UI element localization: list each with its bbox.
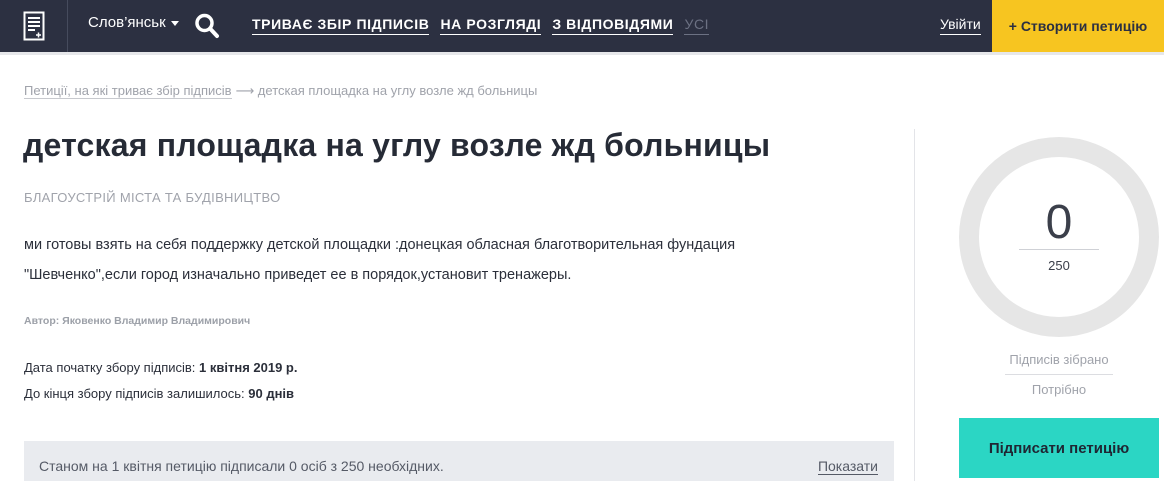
city-selector[interactable]: Слов’янськ [88,14,179,31]
start-date-row: Дата початку збору підписів: 1 квітня 20… [24,355,297,381]
page-title: детская площадка на углу возле жд больни… [23,127,771,163]
create-petition-button[interactable]: + Створити петицію [992,0,1164,52]
search-icon [195,13,219,38]
breadcrumb-link[interactable]: Петиції, на які триває збір підписів [24,83,232,99]
column-divider [914,129,915,481]
counter-divider [1019,249,1099,250]
petition-author: Автор: Яковенко Владимир Владимирович [24,315,251,327]
caret-down-icon [170,21,179,26]
signatures-status-bar: Станом на 1 квітня петицію підписали 0 о… [24,441,894,481]
nav-under-review[interactable]: НА РОЗГЛЯДІ [440,16,542,35]
site-logo[interactable] [0,0,68,52]
start-date-value: 1 квітня 2019 р. [199,360,298,375]
main-nav: ТРИВАЄ ЗБІР ПІДПИСІВ НА РОЗГЛЯДІ З ВІДПО… [252,16,710,35]
document-icon [23,11,44,41]
search-button[interactable] [194,12,220,40]
description-line: ми готовы взять на себя поддержку детско… [24,237,736,253]
petition-description: ми готовы взять на себя поддержку детско… [24,230,884,290]
start-date-label: Дата початку збору підписів: [24,360,200,375]
show-signatures-link[interactable]: Показати [817,458,878,475]
description-line: "Шевченко",если город изначально приведе… [24,267,572,283]
header-shadow [0,52,1164,55]
breadcrumb: Петиції, на які триває збір підписів ⟶ д… [24,83,537,99]
petition-category: БЛАГОУСТРІЙ МІСТА ТА БУДІВНИЦТВО [24,190,281,205]
status-text: Станом на 1 квітня петицію підписали 0 о… [39,458,444,474]
login-link[interactable]: Увійти [940,16,981,35]
sign-petition-button[interactable]: Підписати петицію [959,418,1159,478]
breadcrumb-current: ⟶ детская площадка на углу возле жд боль… [235,83,538,98]
nav-answered[interactable]: З ВІДПОВІДЯМИ [552,16,674,35]
nav-all[interactable]: УСІ [684,16,710,35]
nav-signing[interactable]: ТРИВАЄ ЗБІР ПІДПИСІВ [252,16,430,35]
petition-dates: Дата початку збору підписів: 1 квітня 20… [24,355,297,407]
remaining-value: 90 днів [248,386,295,401]
signature-goal: 250 [1048,258,1070,273]
top-header: Слов’янськ ТРИВАЄ ЗБІР ПІДПИСІВ НА РОЗГЛ… [0,0,1164,52]
remaining-row: До кінця збору підписів залишилось: 90 д… [24,381,297,407]
labels-divider [1005,374,1113,375]
collected-label: Підписів зібрано [1009,352,1109,367]
city-label: Слов’янськ [88,14,166,31]
remaining-label: До кінця збору підписів залишилось: [24,386,249,401]
needed-label: Потрібно [1031,382,1087,397]
signature-count: 0 [1045,196,1073,249]
